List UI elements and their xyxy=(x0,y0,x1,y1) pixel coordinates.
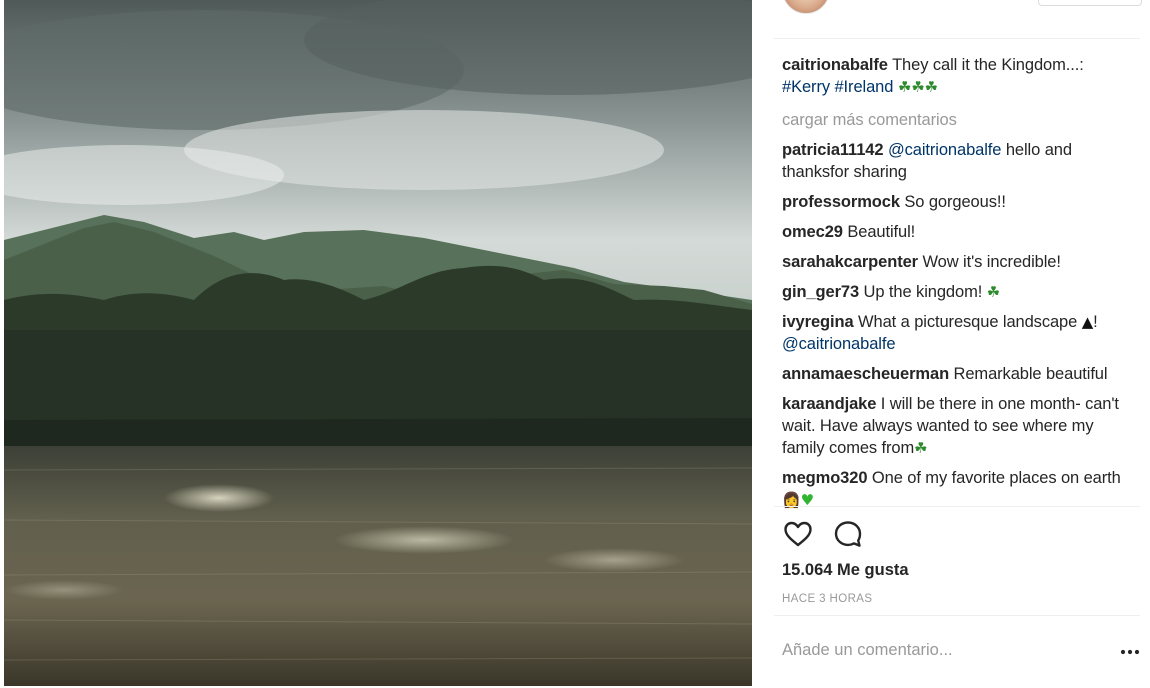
comment-item: annamaescheuerman Remarkable beautiful xyxy=(782,363,1132,385)
divider xyxy=(774,615,1140,616)
post-caption: caitrionabalfe They call it the Kingdom.… xyxy=(782,54,1132,98)
comment-username[interactable]: annamaescheuerman xyxy=(782,365,949,383)
caption-text: They call it the Kingdom...: xyxy=(887,56,1084,74)
more-options-icon xyxy=(1120,649,1140,655)
shamrock-icon: ☘ xyxy=(914,439,928,457)
caption-username[interactable]: caitrionabalfe xyxy=(782,56,888,74)
comment-item: omec29 Beautiful! xyxy=(782,221,1132,243)
comment-button[interactable] xyxy=(832,518,864,550)
like-count[interactable]: 15.064 Me gusta xyxy=(782,561,909,580)
heart-outline-icon xyxy=(784,521,812,547)
comment-list: caitrionabalfe They call it the Kingdom.… xyxy=(782,54,1132,519)
comment-item: gin_ger73 Up the kingdom! ☘ xyxy=(782,281,1132,303)
comment-item: ivyregina What a picturesque landscape ▲… xyxy=(782,311,1132,355)
divider xyxy=(774,506,1140,507)
comment-text: Wow it's incredible! xyxy=(917,253,1061,271)
comment-username[interactable]: gin_ger73 xyxy=(782,283,859,301)
more-options-button[interactable] xyxy=(1118,640,1142,664)
shamrock-icon: ☘☘☘ xyxy=(893,78,939,96)
comment-text: Beautiful! xyxy=(842,223,916,241)
comment-item: karaandjake I will be there in one month… xyxy=(782,393,1132,459)
landscape-image xyxy=(4,0,752,686)
comment-text: One of my favorite places on earth xyxy=(867,469,1121,487)
comment-username[interactable]: patricia11142 xyxy=(782,141,884,159)
add-comment-input[interactable] xyxy=(782,641,1082,660)
comment-username[interactable]: professormock xyxy=(782,193,900,211)
hashtag-ireland[interactable]: #Ireland xyxy=(834,78,893,96)
post-timestamp[interactable]: HACE 3 HORAS xyxy=(782,593,872,605)
comment-mention[interactable]: @caitrionabalfe xyxy=(782,335,896,353)
shamrock-icon: ☘ xyxy=(986,283,1001,301)
comment-item: patricia11142 @caitrionabalfe hello and … xyxy=(782,139,1132,183)
comment-username[interactable]: megmo320 xyxy=(782,469,868,487)
like-button[interactable] xyxy=(782,518,814,550)
comment-bubble-icon xyxy=(834,521,862,547)
comment-text: Remarkable beautiful xyxy=(949,365,1108,383)
avatar[interactable] xyxy=(782,0,830,14)
follow-button[interactable] xyxy=(1038,0,1142,6)
mountain-emoji-icon: ▲ xyxy=(1081,313,1094,331)
comment-text: So gorgeous!! xyxy=(899,193,1006,211)
comment-mention[interactable]: @caitrionabalfe xyxy=(888,141,1002,159)
comment-item: megmo320 One of my favorite places on ea… xyxy=(782,467,1132,511)
comment-username[interactable]: karaandjake xyxy=(782,395,876,413)
comment-text: What a picturesque landscape xyxy=(853,313,1082,331)
comment-item: sarahakcarpenter Wow it's incredible! xyxy=(782,251,1132,273)
comment-text: Up the kingdom! xyxy=(859,283,987,301)
comment-item: professormock So gorgeous!! xyxy=(782,191,1132,213)
comment-username[interactable]: omec29 xyxy=(782,223,843,241)
hashtag-kerry[interactable]: #Kerry xyxy=(782,78,830,96)
post-photo[interactable] xyxy=(4,0,752,686)
comment-text: ! xyxy=(1093,313,1098,331)
post-side-panel: caitrionabalfe They call it the Kingdom.… xyxy=(752,0,1150,688)
comment-username[interactable]: ivyregina xyxy=(782,313,854,331)
comment-username[interactable]: sarahakcarpenter xyxy=(782,253,918,271)
load-more-comments-link[interactable]: cargar más comentarios xyxy=(782,109,1132,131)
divider xyxy=(774,38,1140,39)
